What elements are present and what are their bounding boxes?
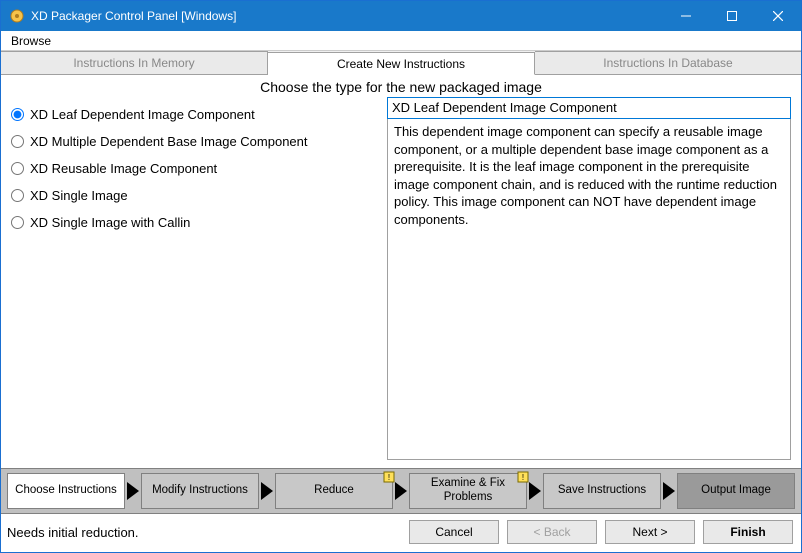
step-save-label: Save Instructions — [558, 484, 646, 498]
step-save-instructions[interactable]: Save Instructions — [543, 473, 661, 509]
warning-badge-icon: ! — [383, 471, 395, 483]
warning-badge-icon: ! — [517, 471, 529, 483]
app-icon — [9, 8, 25, 24]
radio-single-callin-input[interactable] — [11, 216, 24, 229]
step-reduce[interactable]: ! Reduce — [275, 473, 393, 509]
radio-reusable-input[interactable] — [11, 162, 24, 175]
tab-create-new-instructions[interactable]: Create New Instructions — [268, 52, 535, 75]
tab-instructions-in-database[interactable]: Instructions In Database — [535, 51, 801, 74]
window-controls — [663, 1, 801, 31]
footer-bar: Needs initial reduction. Cancel < Back N… — [1, 514, 801, 552]
title-bar: XD Packager Control Panel [Windows] — [1, 1, 801, 31]
step-output-label: Output Image — [701, 484, 771, 498]
minimize-button[interactable] — [663, 1, 709, 31]
step-output-image[interactable]: Output Image — [677, 473, 795, 509]
svg-text:!: ! — [388, 473, 390, 482]
radio-single-input[interactable] — [11, 189, 24, 202]
main-content: XD Leaf Dependent Image Component XD Mul… — [1, 97, 801, 468]
tab-instructions-in-memory[interactable]: Instructions In Memory — [1, 51, 268, 74]
radio-single-callin[interactable]: XD Single Image with Callin — [11, 209, 381, 236]
cancel-button[interactable]: Cancel — [409, 520, 499, 544]
workflow-stepper: Choose Instructions Modify Instructions … — [1, 468, 801, 514]
radio-multiple-dependent[interactable]: XD Multiple Dependent Base Image Compone… — [11, 128, 381, 155]
radio-multiple-dependent-input[interactable] — [11, 135, 24, 148]
type-description-field[interactable]: This dependent image component can speci… — [387, 119, 791, 460]
type-name-field[interactable]: XD Leaf Dependent Image Component — [387, 97, 791, 119]
next-button[interactable]: Next > — [605, 520, 695, 544]
menu-browse[interactable]: Browse — [5, 32, 57, 50]
back-button[interactable]: < Back — [507, 520, 597, 544]
svg-text:!: ! — [522, 473, 524, 482]
radio-single-callin-label: XD Single Image with Callin — [30, 215, 190, 230]
radio-single-label: XD Single Image — [30, 188, 128, 203]
radio-reusable-label: XD Reusable Image Component — [30, 161, 217, 176]
radio-reusable[interactable]: XD Reusable Image Component — [11, 155, 381, 182]
close-button[interactable] — [755, 1, 801, 31]
step-reduce-label: Reduce — [314, 484, 354, 498]
radio-leaf-dependent-label: XD Leaf Dependent Image Component — [30, 107, 255, 122]
arrow-icon — [261, 482, 273, 500]
maximize-button[interactable] — [709, 1, 755, 31]
step-modify-label: Modify Instructions — [152, 484, 248, 498]
type-detail-pane: XD Leaf Dependent Image Component This d… — [387, 97, 791, 460]
window-title: XD Packager Control Panel [Windows] — [31, 9, 663, 23]
step-examine-label: Examine & Fix Problems — [412, 477, 524, 505]
page-heading: Choose the type for the new packaged ima… — [1, 75, 801, 97]
status-text: Needs initial reduction. — [7, 525, 401, 540]
radio-leaf-dependent-input[interactable] — [11, 108, 24, 121]
step-examine-fix[interactable]: ! Examine & Fix Problems — [409, 473, 527, 509]
type-radio-group: XD Leaf Dependent Image Component XD Mul… — [11, 97, 381, 460]
arrow-icon — [395, 482, 407, 500]
finish-button[interactable]: Finish — [703, 520, 793, 544]
step-modify-instructions[interactable]: Modify Instructions — [141, 473, 259, 509]
menu-bar: Browse — [1, 31, 801, 51]
step-choose-label: Choose Instructions — [15, 484, 117, 498]
step-choose-instructions[interactable]: Choose Instructions — [7, 473, 125, 509]
arrow-icon — [127, 482, 139, 500]
tab-strip: Instructions In Memory Create New Instru… — [1, 51, 801, 75]
radio-multiple-dependent-label: XD Multiple Dependent Base Image Compone… — [30, 134, 308, 149]
radio-leaf-dependent[interactable]: XD Leaf Dependent Image Component — [11, 101, 381, 128]
radio-single[interactable]: XD Single Image — [11, 182, 381, 209]
arrow-icon — [663, 482, 675, 500]
arrow-icon — [529, 482, 541, 500]
app-window: XD Packager Control Panel [Windows] Brow… — [0, 0, 802, 553]
